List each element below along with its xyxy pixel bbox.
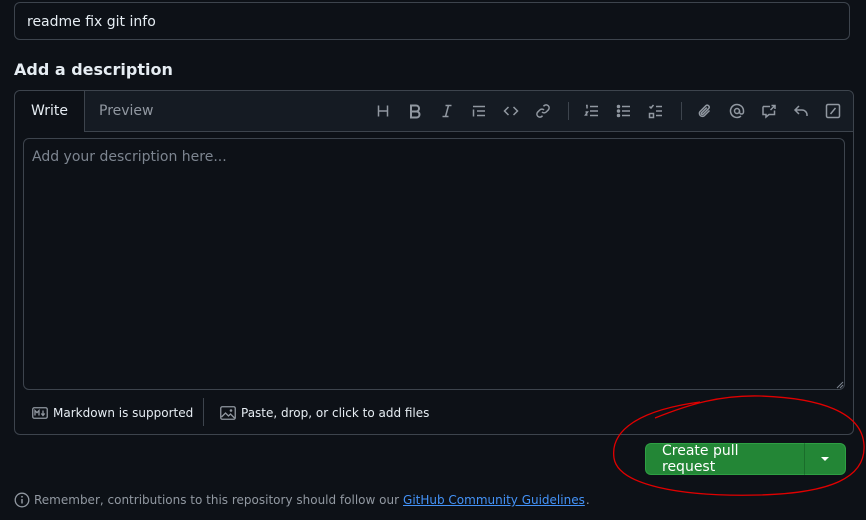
community-guidelines-link[interactable]: GitHub Community Guidelines <box>403 493 585 507</box>
task-list-icon[interactable] <box>645 100 667 122</box>
italic-icon[interactable] <box>436 100 458 122</box>
reference-icon[interactable] <box>758 100 780 122</box>
markdown-label: Markdown is supported <box>53 406 194 420</box>
tab-preview[interactable]: Preview <box>83 91 170 131</box>
create-pull-request-button[interactable]: Create pull request <box>645 443 805 475</box>
description-editor: Write Preview Add your description here.… <box>14 90 854 435</box>
link-icon[interactable] <box>532 100 554 122</box>
footer-divider <box>203 398 204 426</box>
toolbar-divider <box>568 102 569 120</box>
heading-icon[interactable] <box>372 100 394 122</box>
guidelines-text: Remember, contributions to this reposito… <box>34 493 400 507</box>
resize-grip-icon[interactable] <box>836 381 844 389</box>
unordered-list-icon[interactable] <box>613 100 635 122</box>
toolbar-divider <box>681 102 682 120</box>
markdown-icon <box>32 407 48 419</box>
info-icon <box>14 492 30 508</box>
reply-icon[interactable] <box>790 100 812 122</box>
description-textarea[interactable] <box>23 138 845 390</box>
create-pr-options-button[interactable] <box>805 443 846 475</box>
create-pr-button-group: Create pull request <box>645 443 846 475</box>
slash-command-icon[interactable] <box>822 100 844 122</box>
bold-icon[interactable] <box>404 100 426 122</box>
ordered-list-icon[interactable] <box>581 100 603 122</box>
triangle-down-icon <box>821 457 829 461</box>
code-icon[interactable] <box>500 100 522 122</box>
add-files-button[interactable]: Paste, drop, or click to add files <box>220 403 429 423</box>
guidelines-note: Remember, contributions to this reposito… <box>14 490 590 510</box>
quote-icon[interactable] <box>468 100 490 122</box>
image-icon <box>220 406 236 420</box>
attach-icon[interactable] <box>694 100 716 122</box>
guidelines-period: . <box>585 493 590 507</box>
add-files-label: Paste, drop, or click to add files <box>241 406 430 420</box>
tab-write[interactable]: Write <box>15 91 85 132</box>
markdown-support-link[interactable]: Markdown is supported <box>32 403 193 423</box>
mention-icon[interactable] <box>726 100 748 122</box>
editor-header: Write Preview <box>15 91 853 132</box>
pr-title-input[interactable]: readme fix git info <box>14 2 850 40</box>
description-heading: Add a description <box>14 60 173 79</box>
